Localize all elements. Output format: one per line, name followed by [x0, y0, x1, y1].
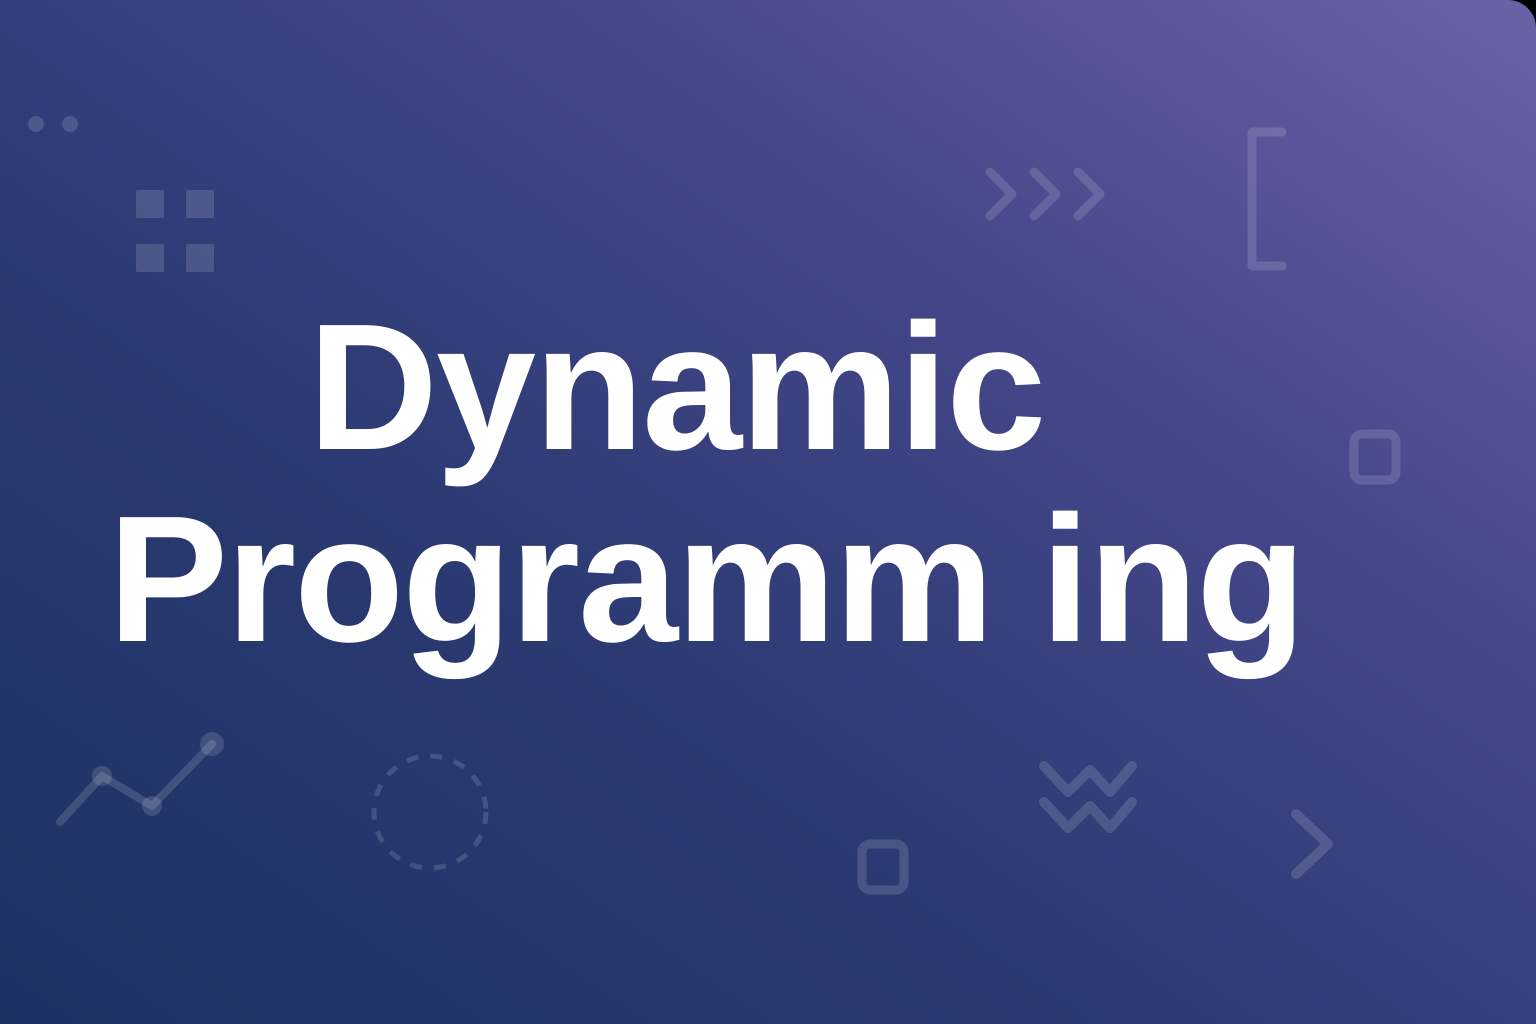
chevron-right-icon	[1291, 809, 1333, 879]
dashed-circle-icon	[371, 753, 489, 871]
page-title: Dynamic Programm ing	[0, 298, 1536, 670]
bracket-icon	[1247, 127, 1287, 271]
banner-card: Dynamic Programm ing	[0, 0, 1536, 1024]
zigzag-icon	[1039, 761, 1137, 833]
two-dots-icon	[28, 116, 78, 132]
four-squares-grid-icon	[136, 190, 214, 272]
triple-chevron-right-icon	[985, 167, 1105, 221]
title-line-1: Dynamic	[308, 287, 1046, 488]
rounded-square-icon	[857, 839, 909, 895]
title-line-2: Programm ing	[108, 479, 1306, 680]
line-chart-icon	[56, 732, 224, 826]
